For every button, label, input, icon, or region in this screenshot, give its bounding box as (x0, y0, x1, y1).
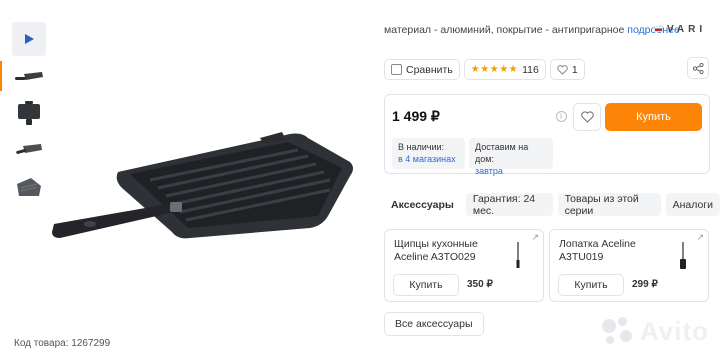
open-arrow-icon[interactable]: ↗ (531, 232, 539, 243)
accessory-price: 350 ₽ (467, 279, 493, 290)
accessory-name-line1: Лопатка Aceline (559, 238, 636, 250)
accessory-name: Щипцы кухонные Aceline A3TO029 (394, 238, 478, 264)
heart-icon (557, 64, 568, 75)
compare-checkbox[interactable] (391, 64, 402, 75)
tab-analogs[interactable]: Аналоги (665, 193, 720, 216)
buy-button[interactable]: Купить (605, 103, 702, 131)
flag-icon (654, 26, 663, 33)
thumbnail-4[interactable] (12, 170, 46, 204)
accessory-name-line2: Aceline A3TO029 (394, 251, 476, 263)
rating-button[interactable]: ★★★★★ 116 (463, 59, 546, 80)
accessory-name-line1: Щипцы кухонные (394, 238, 478, 250)
thumbnail-2[interactable] (12, 96, 46, 130)
accessory-price: 299 ₽ (632, 279, 658, 290)
accessory-card[interactable]: Щипцы кухонные Aceline A3TO029 ↗ Купить … (384, 229, 544, 302)
all-accessories-button[interactable]: Все аксессуары (384, 312, 484, 336)
accessory-buy-button[interactable]: Купить (393, 274, 459, 296)
heart-icon (580, 111, 594, 123)
share-icon (692, 62, 704, 74)
likes-button[interactable]: 1 (549, 59, 585, 80)
accessory-buy-button[interactable]: Купить (558, 274, 624, 296)
compare-button[interactable]: Сравнить (384, 59, 460, 80)
info-tabs: Аксессуары Гарантия: 24 мес. Товары из э… (384, 193, 720, 217)
rating-count: 116 (522, 63, 539, 76)
product-actions: Сравнить ★★★★★ 116 1 (384, 59, 585, 80)
thumbnail-3[interactable] (12, 133, 46, 167)
availability-link[interactable]: в 4 магазинах (398, 153, 459, 165)
video-thumbnail[interactable] (12, 22, 46, 56)
availability-title: В наличии: (398, 142, 445, 152)
compare-label: Сравнить (406, 63, 453, 76)
open-arrow-icon[interactable]: ↗ (696, 232, 704, 243)
play-icon (25, 34, 34, 44)
star-rating-icon: ★★★★★ (470, 64, 519, 75)
pan-side-view-icon (16, 144, 42, 154)
brand-logo[interactable]: VARI (654, 24, 706, 35)
delivery-value[interactable]: завтра (475, 165, 547, 177)
info-icon: i (555, 110, 567, 122)
avito-watermark: Avito (600, 316, 709, 347)
pan-thumbnail-icon (15, 72, 43, 80)
accessory-name: Лопатка Aceline A3TU019 (559, 238, 636, 264)
accessory-card[interactable]: Лопатка Aceline A3TU019 ↗ Купить 299 ₽ (549, 229, 709, 302)
attributes-text: материал - алюминий, покрытие - антиприг… (384, 24, 625, 36)
product-price: 1 499 ₽ (392, 108, 440, 124)
delivery-title: Доставим на дом: (475, 142, 529, 164)
price-box: 1 499 ₽ i Купить В наличии: в 4 магазина… (384, 94, 710, 176)
accessory-name-line2: A3TU019 (559, 251, 604, 263)
likes-count: 1 (571, 63, 578, 76)
share-button[interactable] (687, 57, 709, 79)
pan-top-view-icon (18, 101, 40, 125)
tab-series[interactable]: Товары из этой серии (557, 193, 661, 217)
thumbnail-strip (0, 22, 46, 207)
avito-wordmark: Avito (640, 316, 710, 346)
pan-closeup-icon (17, 178, 41, 196)
product-code: Код товара: 1267299 (14, 338, 111, 349)
spatula-image (680, 242, 686, 269)
product-attributes: материал - алюминий, покрытие - антиприг… (384, 24, 680, 36)
tab-warranty[interactable]: Гарантия: 24 мес. (465, 193, 553, 217)
delivery-box[interactable]: Доставим на дом: завтра (469, 138, 553, 176)
product-main-image[interactable] (50, 120, 360, 250)
favorite-button[interactable] (573, 103, 601, 131)
avito-dots-icon (600, 316, 634, 347)
thumbnail-1[interactable] (0, 59, 46, 93)
availability-box[interactable]: В наличии: в 4 магазинах (392, 138, 465, 169)
price-info-button[interactable]: i (551, 106, 571, 126)
tongs-image (516, 242, 520, 268)
tab-accessories[interactable]: Аксессуары (384, 193, 461, 216)
brand-name: VARI (667, 24, 707, 35)
